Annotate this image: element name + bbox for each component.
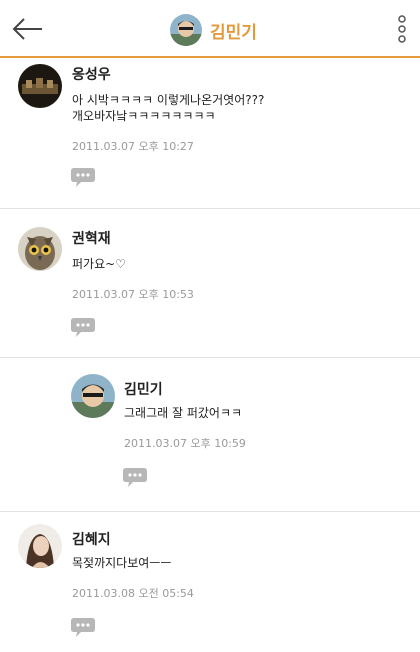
avatar[interactable] <box>18 524 62 568</box>
reply-button[interactable] <box>70 166 96 188</box>
comment-text-line: 퍼가요~♡ <box>72 257 126 271</box>
comment-timestamp: 2011.03.07 오후 10:53 <box>72 288 194 301</box>
commenter-name[interactable]: 옹성우 <box>72 64 111 84</box>
more-options-button[interactable] <box>396 15 408 43</box>
vertical-dots-icon <box>398 15 406 43</box>
comment-timestamp: 2011.03.07 오후 10:27 <box>72 140 194 153</box>
comment-feed: 옹성우 아 시박ㅋㅋㅋㅋ 이렇게나온거엿어??? 개오바자낰ㅋㅋㅋㅋㅋㅋㅋㅋ 2… <box>0 58 420 652</box>
commenter-name[interactable]: 권혁재 <box>72 228 111 248</box>
reply-comment-item: 김민기 그래그래 잘 퍼갔어ㅋㅋ 2011.03.07 오후 10:59 <box>0 358 420 512</box>
page-title: 김민기 <box>210 22 257 43</box>
app-header: 김민기 <box>0 0 420 58</box>
comment-item: 옹성우 아 시박ㅋㅋㅋㅋ 이렇게나온거엿어??? 개오바자낰ㅋㅋㅋㅋㅋㅋㅋㅋ 2… <box>0 58 420 209</box>
comment-text-line: 그래그래 잘 퍼갔어ㅋㅋ <box>124 406 243 420</box>
reply-button[interactable] <box>70 316 96 338</box>
avatar[interactable] <box>18 64 62 108</box>
avatar[interactable] <box>71 374 115 418</box>
speech-bubble-icon <box>123 468 147 487</box>
speech-bubble-icon <box>71 318 95 337</box>
back-button[interactable] <box>10 13 46 45</box>
comment-timestamp: 2011.03.08 오전 05:54 <box>72 587 194 600</box>
arrow-left-icon <box>12 18 42 40</box>
reply-button[interactable] <box>70 616 96 638</box>
speech-bubble-icon <box>71 618 95 637</box>
comment-text-line: 목젖까지다보여ㅡㅡ <box>72 556 172 570</box>
header-avatar <box>170 14 202 46</box>
commenter-name[interactable]: 김민기 <box>124 379 163 399</box>
commenter-name[interactable]: 김혜지 <box>72 529 111 549</box>
header-title-group[interactable]: 김민기 <box>170 13 257 47</box>
comment-text-line: 개오바자낰ㅋㅋㅋㅋㅋㅋㅋㅋ <box>72 109 216 123</box>
speech-bubble-icon <box>71 168 95 187</box>
comment-timestamp: 2011.03.07 오후 10:59 <box>124 437 246 450</box>
comment-item: 김혜지 목젖까지다보여ㅡㅡ 2011.03.08 오전 05:54 <box>0 512 420 652</box>
comment-item: 권혁재 퍼가요~♡ 2011.03.07 오후 10:53 <box>0 209 420 358</box>
reply-button[interactable] <box>122 466 148 488</box>
avatar[interactable] <box>18 227 62 271</box>
